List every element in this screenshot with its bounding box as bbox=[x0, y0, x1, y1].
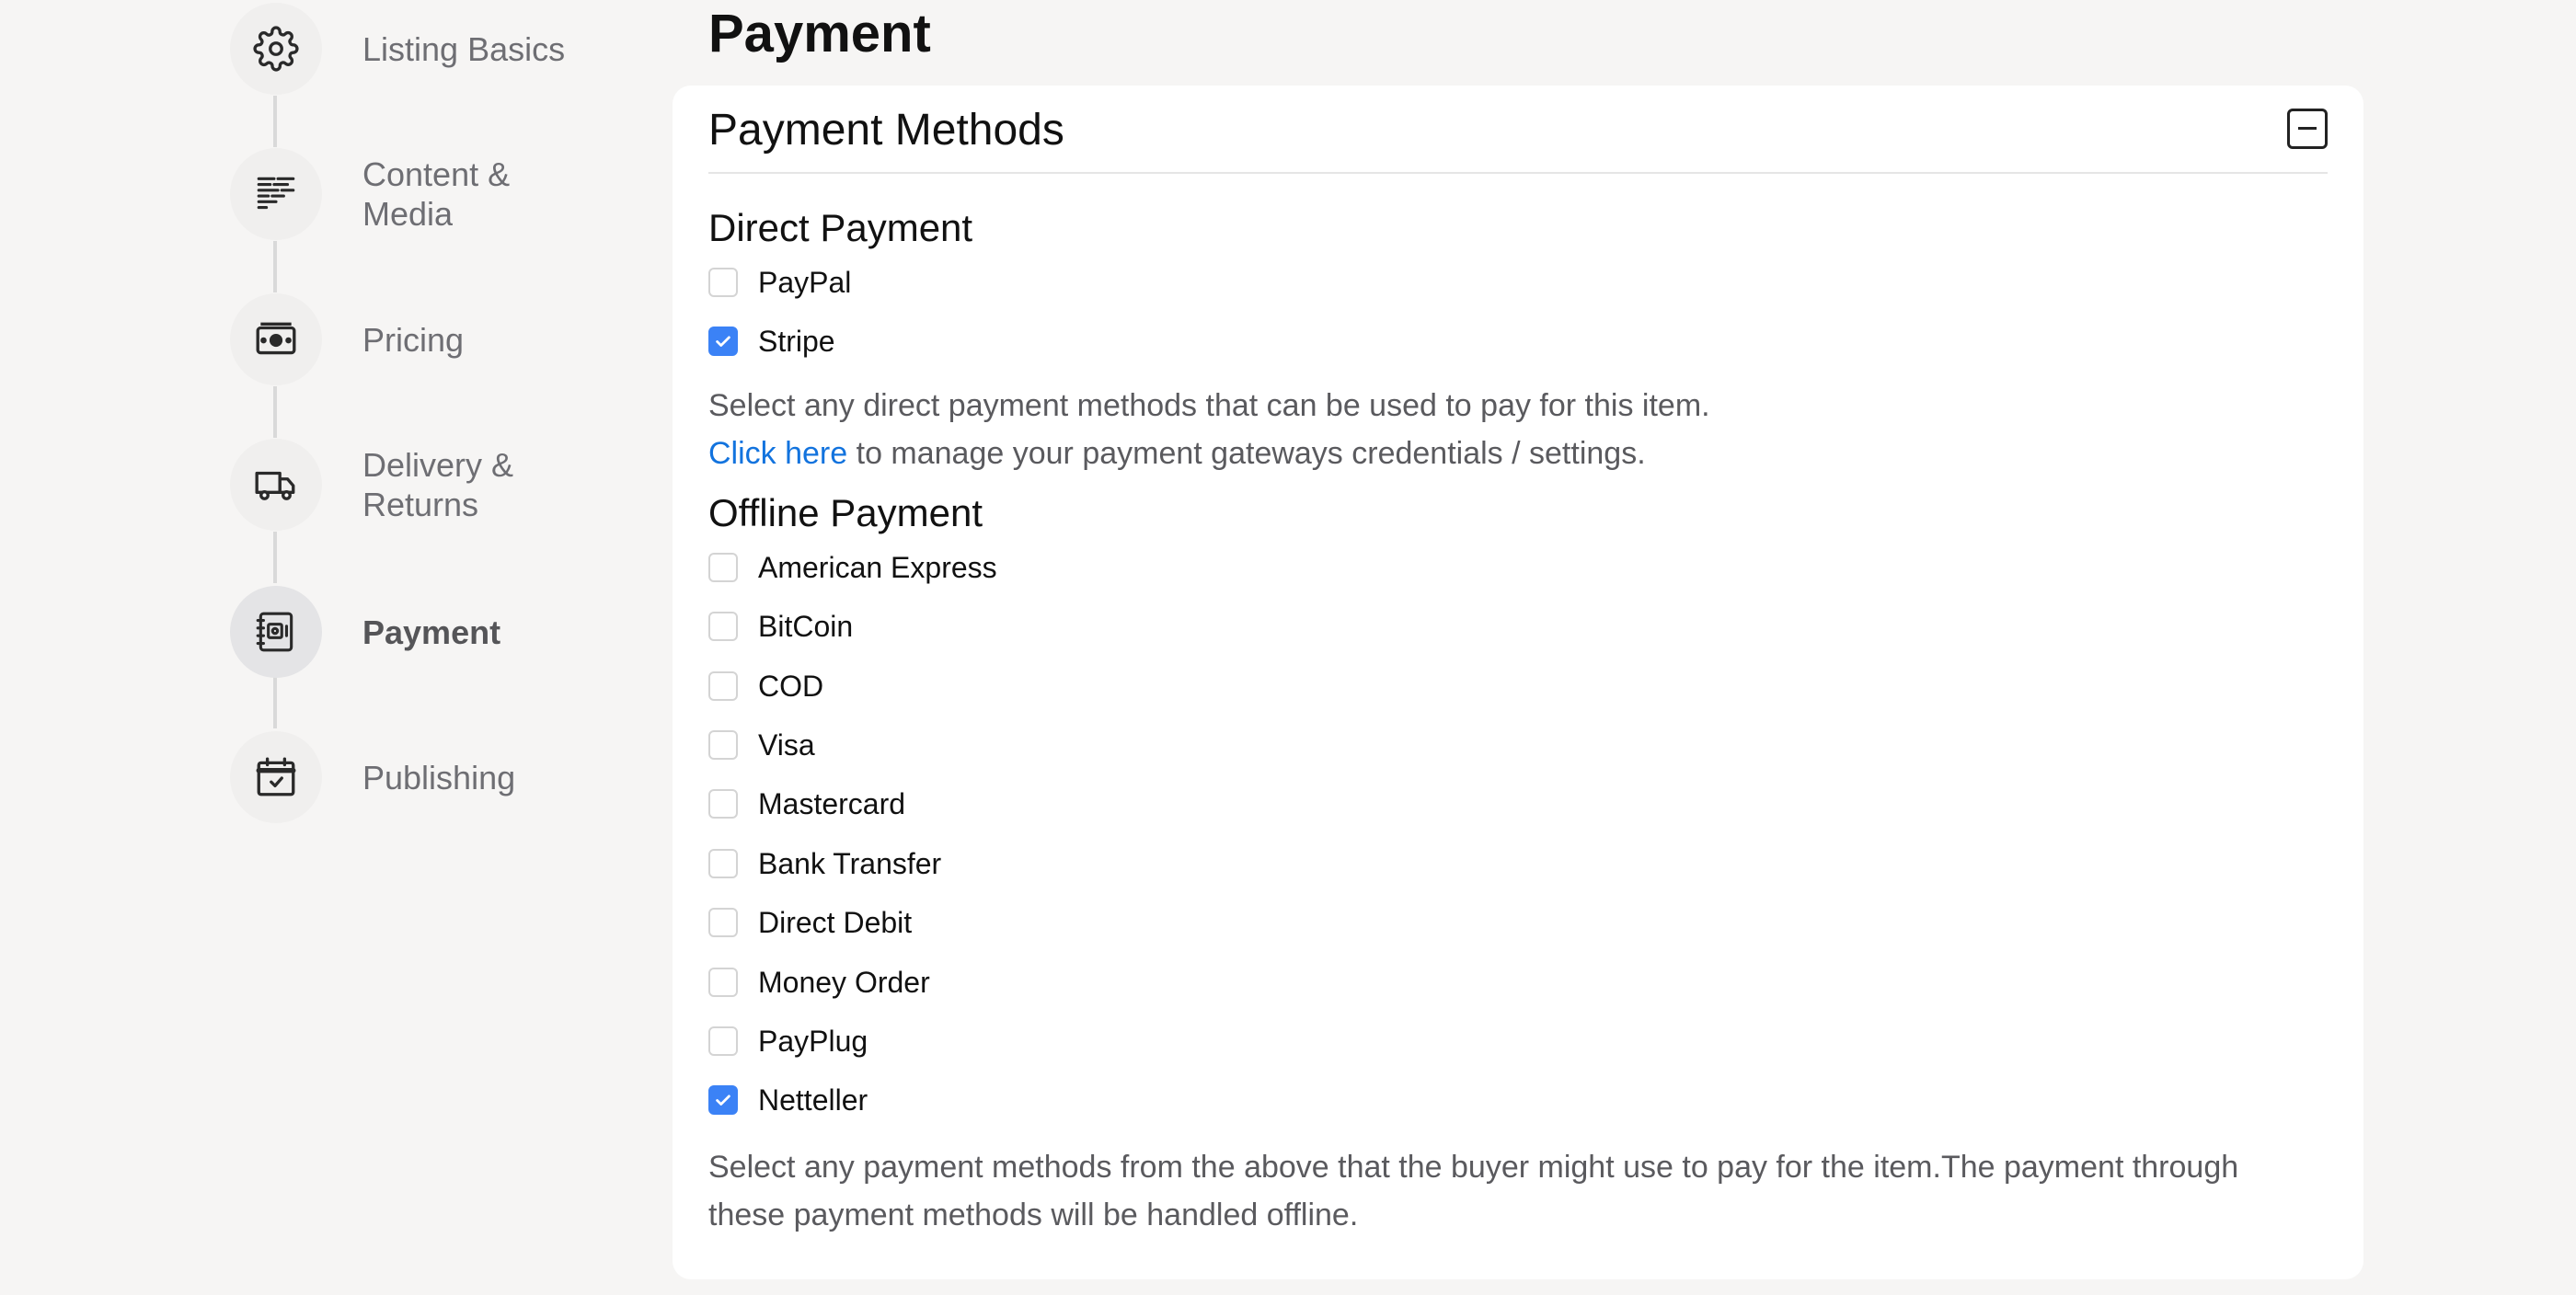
checkbox-label: Visa bbox=[758, 728, 815, 762]
page-title: Payment bbox=[708, 4, 931, 63]
checkbox-row-bitcoin[interactable]: BitCoin bbox=[708, 606, 853, 647]
step-pricing[interactable]: Pricing bbox=[230, 293, 662, 385]
text-align-icon bbox=[230, 148, 322, 240]
checkbox[interactable] bbox=[708, 849, 738, 878]
checkbox[interactable] bbox=[708, 553, 738, 582]
checkbox-row-american-express[interactable]: American Express bbox=[708, 547, 997, 588]
collapse-button[interactable] bbox=[2287, 109, 2328, 149]
checkbox-label: Direct Debit bbox=[758, 906, 913, 939]
listing-stepper: Listing Basics Content & Media Pricing D… bbox=[230, 0, 662, 920]
checkbox-row-stripe[interactable]: Stripe bbox=[708, 321, 835, 361]
step-label: Content & Media bbox=[362, 155, 511, 233]
offline-payment-title: Offline Payment bbox=[708, 491, 983, 534]
checkbox-row-visa[interactable]: Visa bbox=[708, 725, 815, 765]
step-delivery-returns[interactable]: Delivery & Returns bbox=[230, 439, 662, 531]
checkbox[interactable] bbox=[708, 1085, 738, 1115]
checkbox-row-payplug[interactable]: PayPlug bbox=[708, 1021, 868, 1061]
banknote-icon bbox=[230, 293, 322, 385]
checkbox[interactable] bbox=[708, 908, 738, 937]
checkbox-label: American Express bbox=[758, 551, 997, 584]
gear-icon bbox=[230, 3, 322, 95]
checkbox-label: Bank Transfer bbox=[758, 847, 942, 880]
checkbox-row-cod[interactable]: COD bbox=[708, 666, 823, 706]
checkbox[interactable] bbox=[708, 789, 738, 819]
check-icon bbox=[716, 1094, 730, 1106]
checkbox-label: COD bbox=[758, 670, 824, 703]
checkbox-label: BitCoin bbox=[758, 610, 854, 643]
step-connector bbox=[273, 386, 277, 438]
checkbox[interactable] bbox=[708, 268, 738, 297]
wallet-icon bbox=[230, 586, 322, 678]
checkbox-label: PayPlug bbox=[758, 1025, 868, 1058]
direct-payment-help: Select any direct payment methods that c… bbox=[708, 382, 2328, 477]
checkbox-label: PayPal bbox=[758, 266, 852, 299]
step-label: Delivery & Returns bbox=[362, 446, 514, 523]
truck-icon bbox=[230, 439, 322, 531]
help-text: to manage your payment gateways credenti… bbox=[847, 436, 1646, 471]
offline-payment-help: Select any payment methods from the abov… bbox=[708, 1150, 2239, 1232]
checkbox[interactable] bbox=[708, 1026, 738, 1056]
payment-methods-card: Payment Methods Direct Payment PayPal St… bbox=[673, 86, 2363, 1279]
step-label: Listing Basics bbox=[362, 29, 566, 68]
checkbox-row-bank-transfer[interactable]: Bank Transfer bbox=[708, 843, 941, 884]
checkbox-label: Netteller bbox=[758, 1083, 868, 1117]
step-connector bbox=[273, 96, 277, 147]
checkbox-label: Mastercard bbox=[758, 787, 906, 820]
checkbox[interactable] bbox=[708, 327, 738, 356]
calendar-check-icon bbox=[230, 731, 322, 823]
step-listing-basics[interactable]: Listing Basics bbox=[230, 3, 662, 95]
checkbox[interactable] bbox=[708, 671, 738, 701]
checkbox-label: Stripe bbox=[758, 325, 835, 358]
checkbox-row-direct-debit[interactable]: Direct Debit bbox=[708, 902, 912, 943]
checkbox[interactable] bbox=[708, 612, 738, 641]
checkbox-row-money-order[interactable]: Money Order bbox=[708, 962, 930, 1003]
step-publishing[interactable]: Publishing bbox=[230, 731, 662, 823]
step-label: Pricing bbox=[362, 320, 465, 359]
checkbox[interactable] bbox=[708, 968, 738, 997]
checkbox-row-netteller[interactable]: Netteller bbox=[708, 1080, 868, 1120]
help-text: Select any direct payment methods that c… bbox=[708, 388, 1710, 423]
card-title: Payment Methods bbox=[708, 106, 1064, 155]
step-label: Payment bbox=[362, 613, 501, 651]
step-payment[interactable]: Payment bbox=[230, 586, 662, 678]
page: Listing Basics Content & Media Pricing D… bbox=[0, 0, 2576, 1295]
step-connector bbox=[273, 677, 277, 728]
check-icon bbox=[716, 336, 730, 347]
step-content-media[interactable]: Content & Media bbox=[230, 148, 662, 240]
step-connector bbox=[273, 532, 277, 583]
manage-gateways-link[interactable]: Click here bbox=[708, 436, 847, 471]
step-label: Publishing bbox=[362, 758, 516, 796]
checkbox-label: Money Order bbox=[758, 966, 930, 999]
checkbox[interactable] bbox=[708, 730, 738, 760]
checkbox-row-paypal[interactable]: PayPal bbox=[708, 262, 851, 303]
direct-payment-title: Direct Payment bbox=[708, 206, 973, 249]
step-connector bbox=[273, 241, 277, 292]
card-header: Payment Methods bbox=[708, 86, 2328, 174]
checkbox-row-mastercard[interactable]: Mastercard bbox=[708, 784, 905, 824]
